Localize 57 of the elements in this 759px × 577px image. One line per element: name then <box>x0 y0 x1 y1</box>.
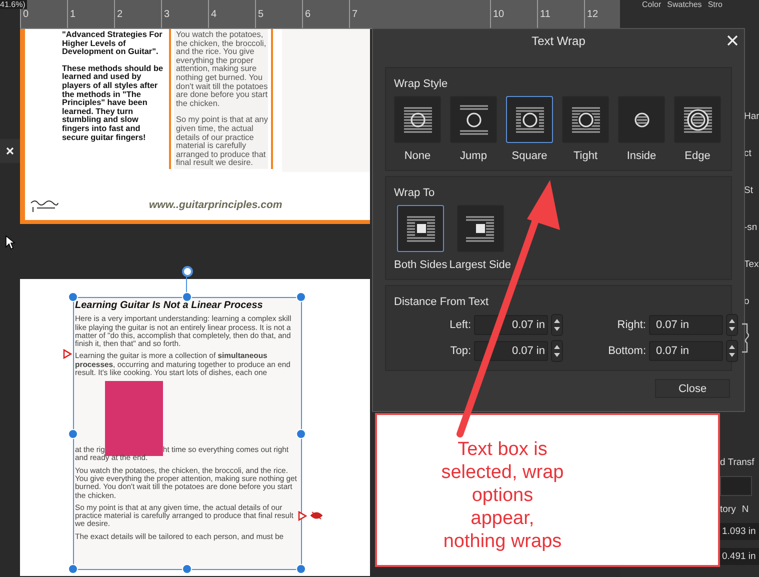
section-label: Wrap Style <box>394 78 449 90</box>
close-icon[interactable] <box>727 35 738 46</box>
panel-label: Har <box>744 111 759 122</box>
ruler-number: 5 <box>255 0 302 28</box>
ruler-number: 4 <box>208 0 255 28</box>
chain-link-icon[interactable] <box>741 321 751 355</box>
resize-handle[interactable] <box>68 564 78 574</box>
field-label: Left: <box>448 319 471 331</box>
close-icon[interactable] <box>6 147 14 155</box>
stepper-icon[interactable] <box>726 340 738 362</box>
resize-handle[interactable] <box>68 429 78 439</box>
panel-label: -sn <box>744 222 758 233</box>
pointer-cursor-icon <box>5 235 15 250</box>
text-column: "Advanced Strategies For Higher Levels of Development on Guitar". These methods should be learned and used by players of all styles after the methods in "The Principles" have been learned. They turn stumbling and slow fingers into fast and secure guitar fingers! <box>62 29 166 190</box>
panel-label: St <box>744 185 754 196</box>
field-label: Top: <box>449 345 471 357</box>
panel-label: Tex <box>744 259 759 270</box>
distance-field[interactable]: 0.07 in <box>649 315 723 335</box>
distance-field[interactable]: 0.07 in <box>474 341 548 361</box>
panel-tab[interactable]: Swatches <box>667 0 702 9</box>
section-label: Wrap To <box>394 187 436 199</box>
ruler-number: 1 <box>67 0 114 28</box>
website-url: www..guitarprinciples.com <box>149 199 282 211</box>
resize-handle[interactable] <box>182 564 192 574</box>
panel-tab[interactable]: Color <box>642 0 662 9</box>
value-field[interactable]: 1.093 in <box>720 523 759 540</box>
distance-field[interactable]: 0.07 in <box>474 315 548 335</box>
stepper-icon[interactable] <box>551 340 563 362</box>
zoom-level: 41.6%) <box>0 0 28 9</box>
dialog-title: Text Wrap <box>532 34 586 48</box>
resize-handle[interactable] <box>296 292 306 302</box>
close-button[interactable]: Close <box>655 379 730 398</box>
rotation-handle[interactable] <box>182 266 193 277</box>
hidden-eye-icon[interactable] <box>310 511 323 520</box>
callout-text: Text box is selected, wrap options appear, nothing wraps <box>441 438 564 552</box>
resize-handle[interactable] <box>296 564 306 574</box>
ruler-number: 2 <box>114 0 161 28</box>
panel-tab[interactable]: tory <box>720 504 736 515</box>
text-flow-marker-icon[interactable] <box>298 511 307 521</box>
resize-handle[interactable] <box>68 292 78 302</box>
text-frame[interactable] <box>73 297 302 570</box>
section-label: Distance From Text <box>394 296 490 308</box>
panel-title: d Transf <box>720 457 756 468</box>
distance-field[interactable]: 0.07 in <box>649 341 723 361</box>
value-field[interactable]: 0.491 in <box>720 548 759 565</box>
stepper-icon[interactable] <box>726 314 738 336</box>
ruler-number: 3 <box>161 0 208 28</box>
panel-tab[interactable]: N <box>742 504 749 515</box>
panel-tab[interactable]: Stro <box>708 0 722 9</box>
article-title: Learning Guitar Is Not a Linear Process <box>75 302 264 310</box>
resize-handle[interactable] <box>296 429 306 439</box>
resize-handle[interactable] <box>182 292 192 302</box>
field-label: Bottom: <box>607 345 646 357</box>
stepper-icon[interactable] <box>551 314 563 336</box>
text-column: You watch the potatoes, the chicken, the broccoli, and the rice. You give everything the proper attention, making sure nothing get burned. You don't wait till the potatoes are done before you start the chicken. So my point is that at any given time, the actual details of our practice material is carefully arranged to produce that final result we desire. <box>174 29 268 169</box>
field-label: Right: <box>616 319 646 331</box>
ruler-number: 6 <box>302 0 349 28</box>
